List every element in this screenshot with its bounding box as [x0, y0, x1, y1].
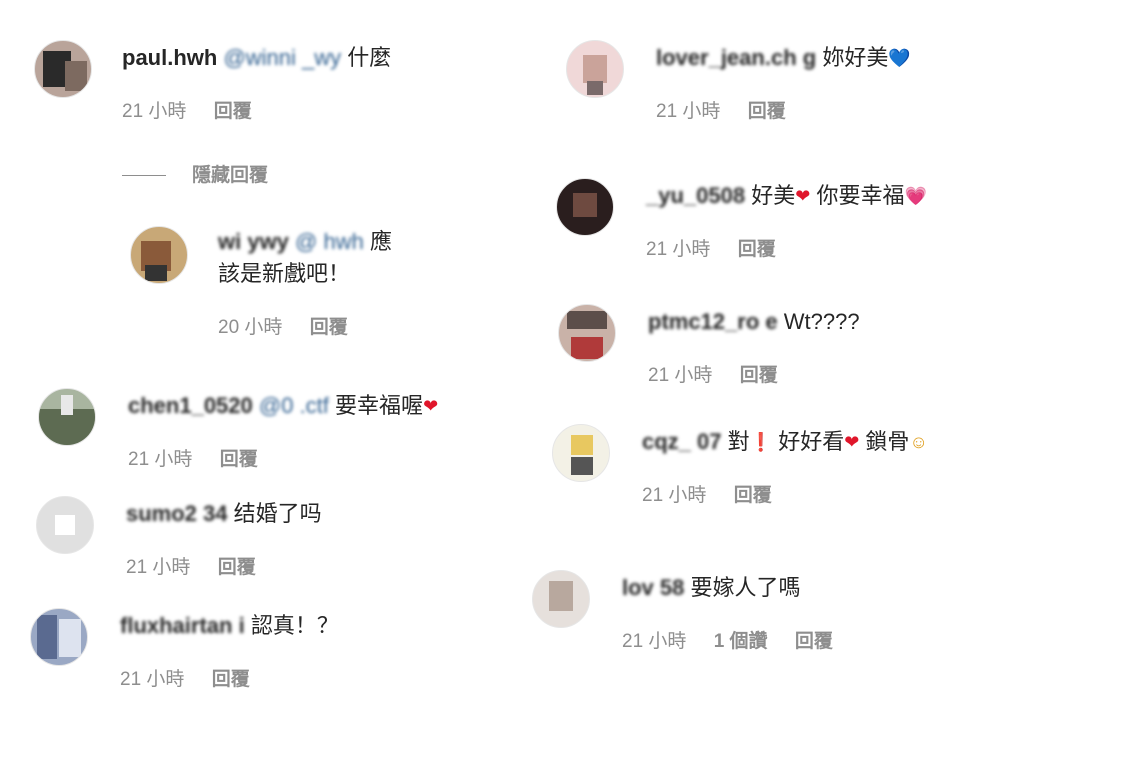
comment-meta: 21 小時 回覆 [648, 360, 860, 387]
comment-text: 结婚了吗 [233, 501, 322, 526]
comment-meta: 20 小時 回覆 [218, 312, 392, 339]
comment-text: 好美 [751, 183, 796, 208]
pink-heart-icon: 💗 [904, 186, 927, 206]
comment-mention[interactable]: @winni _wy [223, 45, 341, 70]
reply-button[interactable]: 回覆 [214, 101, 252, 122]
comment-text: 要幸福喔 [335, 393, 424, 418]
comment-time[interactable]: 21 小時 [646, 239, 710, 260]
comment-time[interactable]: 21 小時 [120, 669, 184, 690]
comment-username[interactable]: chen1_0520 [128, 393, 253, 418]
comment-username[interactable]: cqz_ 07 [642, 429, 722, 454]
comment-meta: 21 小時 回覆 [656, 96, 911, 123]
comment-text: Wt???? [783, 309, 860, 334]
smiling-face-icon: ☺ [909, 432, 928, 452]
comment-meta: 21 小時 回覆 [126, 552, 322, 579]
comment-username[interactable]: lover_jean.ch g [656, 45, 816, 70]
comment-username[interactable]: fluxhairtan i [120, 613, 245, 638]
comment-text: 應 [369, 229, 392, 254]
avatar[interactable] [36, 496, 94, 554]
reply-button[interactable]: 回覆 [220, 449, 258, 470]
comment-text-line: lov 58 要嫁人了嗎 [622, 572, 855, 604]
comment-text-line: ptmc12_ro e Wt???? [648, 306, 860, 338]
comment-meta: 21 小時 回覆 [646, 234, 927, 261]
comment-username[interactable]: paul.hwh [122, 45, 217, 70]
reply-button[interactable]: 回覆 [748, 101, 786, 122]
heart-icon: ❤ [423, 396, 439, 416]
avatar[interactable] [34, 40, 92, 98]
comment-meta: 21 小時 回覆 [128, 444, 438, 471]
comment-text-line: wi ywy @ hwh 應 [218, 226, 392, 258]
comment-time[interactable]: 21 小時 [648, 365, 712, 386]
avatar[interactable] [552, 424, 610, 482]
comment-username[interactable]: lov 58 [622, 575, 684, 600]
comment-text-cont: 你要幸福 [816, 183, 905, 208]
blue-heart-icon: 💙 [888, 48, 911, 68]
hide-replies-label[interactable]: 隱藏回覆 [192, 165, 268, 186]
comment-username[interactable]: sumo2 34 [126, 501, 228, 526]
comment-time[interactable]: 21 小時 [642, 485, 706, 506]
comment-text-line: chen1_0520 @0 .ctf 要幸福喔❤ [128, 390, 438, 422]
comment-text-line: fluxhairtan i 認真！？ [120, 610, 339, 642]
comment-text-line: _yu_0508 好美❤ 你要幸福💗 [646, 180, 927, 212]
comment-text: 認真！？ [250, 613, 339, 638]
avatar[interactable] [130, 226, 188, 284]
comment-time[interactable]: 21 小時 [126, 557, 190, 578]
comment-text-cont: 好好看 [778, 429, 845, 454]
likes-count[interactable]: 1 個讚 [714, 631, 768, 652]
comment-text-line-2: 該是新戲吧！ [218, 258, 392, 290]
avatar[interactable] [38, 388, 96, 446]
comment-mention[interactable]: @0 .ctf [259, 393, 329, 418]
comment-text-line: sumo2 34 结婚了吗 [126, 498, 322, 530]
avatar[interactable] [558, 304, 616, 362]
reply-button[interactable]: 回覆 [738, 239, 776, 260]
comment-text-line: paul.hwh @winni _wy 什麼 [122, 42, 391, 74]
hide-replies-button[interactable]: 隱藏回覆 [122, 160, 268, 187]
reply-button[interactable]: 回覆 [734, 485, 772, 506]
comment-meta: 21 小時 回覆 [642, 480, 928, 507]
heart-icon: ❤ [844, 432, 860, 452]
comment-text-line: cqz_ 07 對❗ 好好看❤ 鎖骨☺ [642, 426, 928, 458]
exclamation-icon: ❗ [749, 432, 773, 452]
comment-username[interactable]: wi ywy [218, 229, 289, 254]
avatar[interactable] [30, 608, 88, 666]
comment-text: 什麼 [347, 45, 392, 70]
comment-meta: 21 小時 1 個讚 回覆 [622, 626, 855, 653]
heart-icon: ❤ [795, 186, 811, 206]
comment-meta: 21 小時 回覆 [122, 96, 391, 123]
comment-mention[interactable]: @ hwh [295, 229, 364, 254]
reply-button[interactable]: 回覆 [310, 317, 348, 338]
avatar[interactable] [532, 570, 590, 628]
reply-button[interactable]: 回覆 [740, 365, 778, 386]
comment-username[interactable]: ptmc12_ro e [648, 309, 778, 334]
comment-text: 要嫁人了嗎 [690, 575, 801, 600]
comment-text-line: lover_jean.ch g 妳好美💙 [656, 42, 911, 74]
comment-text: 妳好美 [822, 45, 889, 70]
avatar[interactable] [556, 178, 614, 236]
comment-text-cont-2: 鎖骨 [865, 429, 910, 454]
avatar[interactable] [566, 40, 624, 98]
comment-username[interactable]: _yu_0508 [646, 183, 745, 208]
comment-time[interactable]: 21 小時 [622, 631, 686, 652]
comment-text: 對 [727, 429, 750, 454]
divider [122, 175, 166, 177]
comment-meta: 21 小時 回覆 [120, 664, 339, 691]
comment-time[interactable]: 20 小時 [218, 317, 282, 338]
comment-text-cont: 該是新戲吧！ [218, 261, 351, 286]
reply-button[interactable]: 回覆 [795, 631, 833, 652]
comment-time[interactable]: 21 小時 [656, 101, 720, 122]
comment-time[interactable]: 21 小時 [128, 449, 192, 470]
reply-button[interactable]: 回覆 [218, 557, 256, 578]
reply-button[interactable]: 回覆 [212, 669, 250, 690]
comment-time[interactable]: 21 小時 [122, 101, 186, 122]
